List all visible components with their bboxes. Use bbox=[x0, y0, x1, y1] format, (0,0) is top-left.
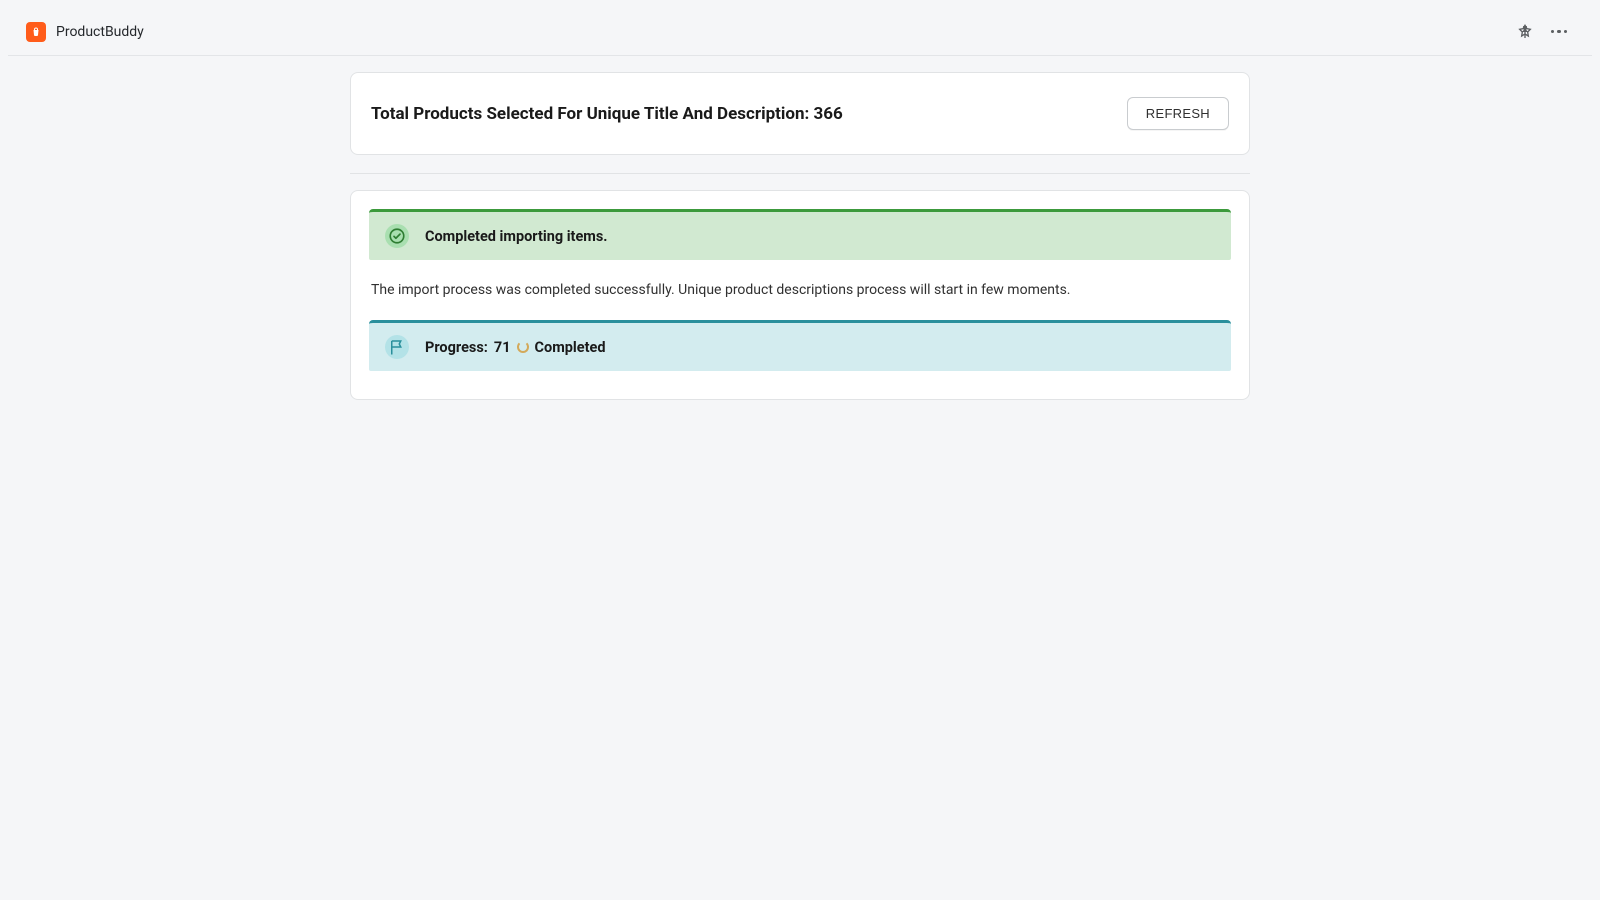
app-logo-icon bbox=[26, 22, 46, 42]
app-name: ProductBuddy bbox=[56, 24, 144, 40]
check-circle-icon bbox=[385, 224, 409, 248]
progress-line: Progress: 71 Completed bbox=[425, 339, 606, 356]
divider bbox=[350, 173, 1250, 174]
alert-success: Completed importing items. bbox=[369, 209, 1231, 260]
alert-progress: Progress: 71 Completed bbox=[369, 320, 1231, 371]
topbar: ProductBuddy bbox=[8, 8, 1592, 56]
spinner-icon bbox=[517, 341, 529, 353]
header-card: Total Products Selected For Unique Title… bbox=[350, 72, 1250, 155]
more-icon[interactable] bbox=[1550, 23, 1568, 41]
page-title: Total Products Selected For Unique Title… bbox=[371, 104, 843, 124]
topbar-left: ProductBuddy bbox=[26, 22, 144, 42]
selected-count: 366 bbox=[814, 104, 843, 124]
flag-icon bbox=[385, 335, 409, 359]
topbar-right bbox=[1516, 23, 1574, 41]
pin-icon[interactable] bbox=[1516, 23, 1534, 41]
info-line: The import process was completed success… bbox=[371, 282, 1229, 298]
refresh-button[interactable]: REFRESH bbox=[1127, 97, 1229, 130]
content: Total Products Selected For Unique Title… bbox=[350, 72, 1250, 400]
status-card: Completed importing items. The import pr… bbox=[350, 190, 1250, 400]
progress-value: 71 bbox=[494, 339, 511, 356]
success-message: Completed importing items. bbox=[425, 228, 608, 245]
